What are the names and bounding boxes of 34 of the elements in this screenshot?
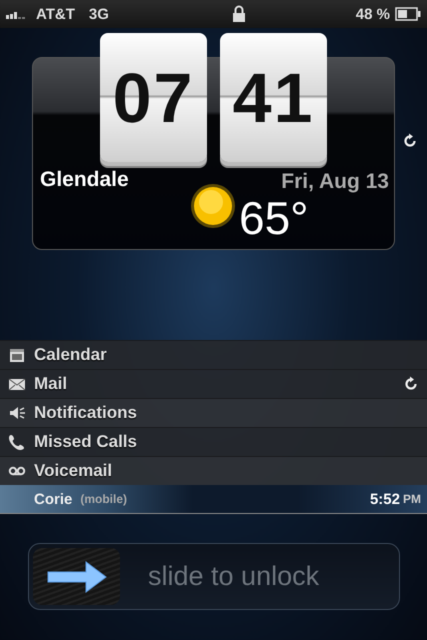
- arrow-icon: [46, 560, 108, 594]
- notification-section[interactable]: Mail: [0, 369, 427, 398]
- slider-handle[interactable]: [33, 548, 120, 605]
- megaphone-icon: [8, 404, 26, 422]
- carrier-name: AT&T: [36, 6, 75, 22]
- network-type: 3G: [88, 6, 109, 22]
- refresh-icon[interactable]: [403, 376, 419, 392]
- notification-section[interactable]: Calendar: [0, 340, 427, 369]
- caller-name: Corie: [34, 490, 72, 508]
- section-title: Notifications: [34, 403, 138, 423]
- call-time: 5:52: [370, 490, 400, 508]
- slide-label: slide to unlock: [148, 561, 320, 592]
- notification-section[interactable]: Notifications: [0, 398, 427, 427]
- battery-percent: 48 %: [356, 6, 390, 22]
- hour-flip-card: 07: [100, 33, 207, 162]
- time-period: PM: [403, 492, 421, 506]
- sun-icon: [189, 182, 237, 230]
- temperature: 65°: [239, 192, 309, 245]
- date-text: Fri, Aug 13: [281, 170, 389, 194]
- section-title: Mail: [34, 374, 68, 394]
- phone-icon: [8, 433, 26, 451]
- notification-section[interactable]: Voicemail: [0, 456, 427, 485]
- battery-icon: [395, 7, 421, 21]
- city-name: Glendale: [40, 168, 129, 192]
- section-title: Missed Calls: [34, 432, 138, 452]
- section-title: Calendar: [34, 345, 108, 365]
- phone-type: (mobile): [80, 492, 128, 506]
- calendar-icon: [8, 346, 26, 364]
- minute-flip-card: 41: [220, 33, 327, 162]
- refresh-icon[interactable]: [402, 133, 418, 149]
- lock-icon: [232, 5, 246, 23]
- notification-section[interactable]: Missed Calls: [0, 427, 427, 456]
- voicemail-entry[interactable]: Corie (mobile) 5:52 PM: [0, 485, 427, 514]
- section-title: Voicemail: [34, 461, 114, 481]
